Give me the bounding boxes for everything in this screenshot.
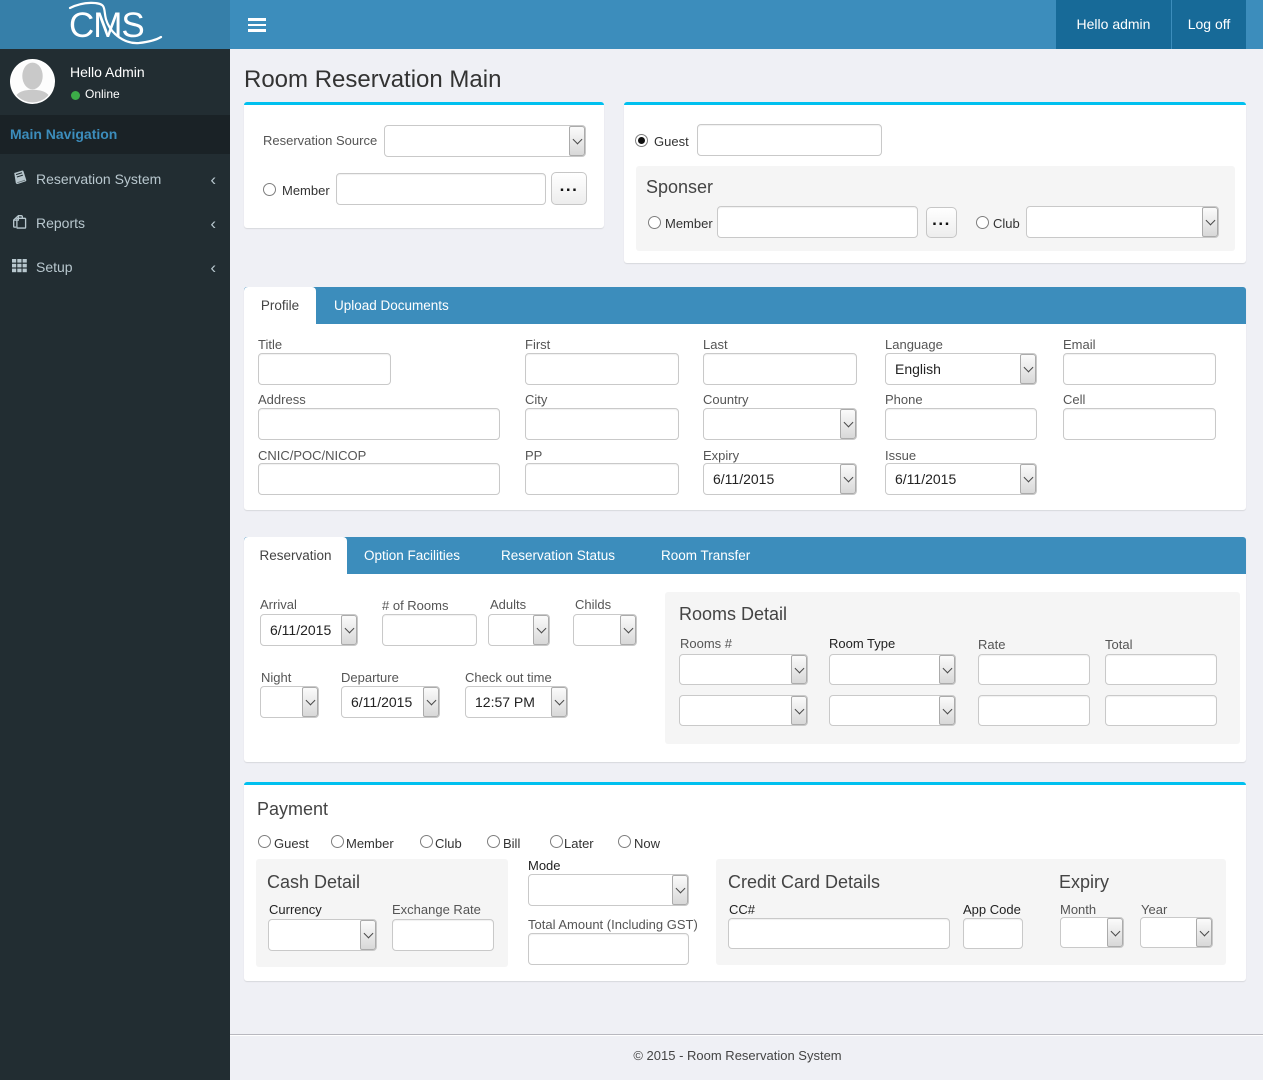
svg-text:CMS: CMS (69, 6, 144, 45)
